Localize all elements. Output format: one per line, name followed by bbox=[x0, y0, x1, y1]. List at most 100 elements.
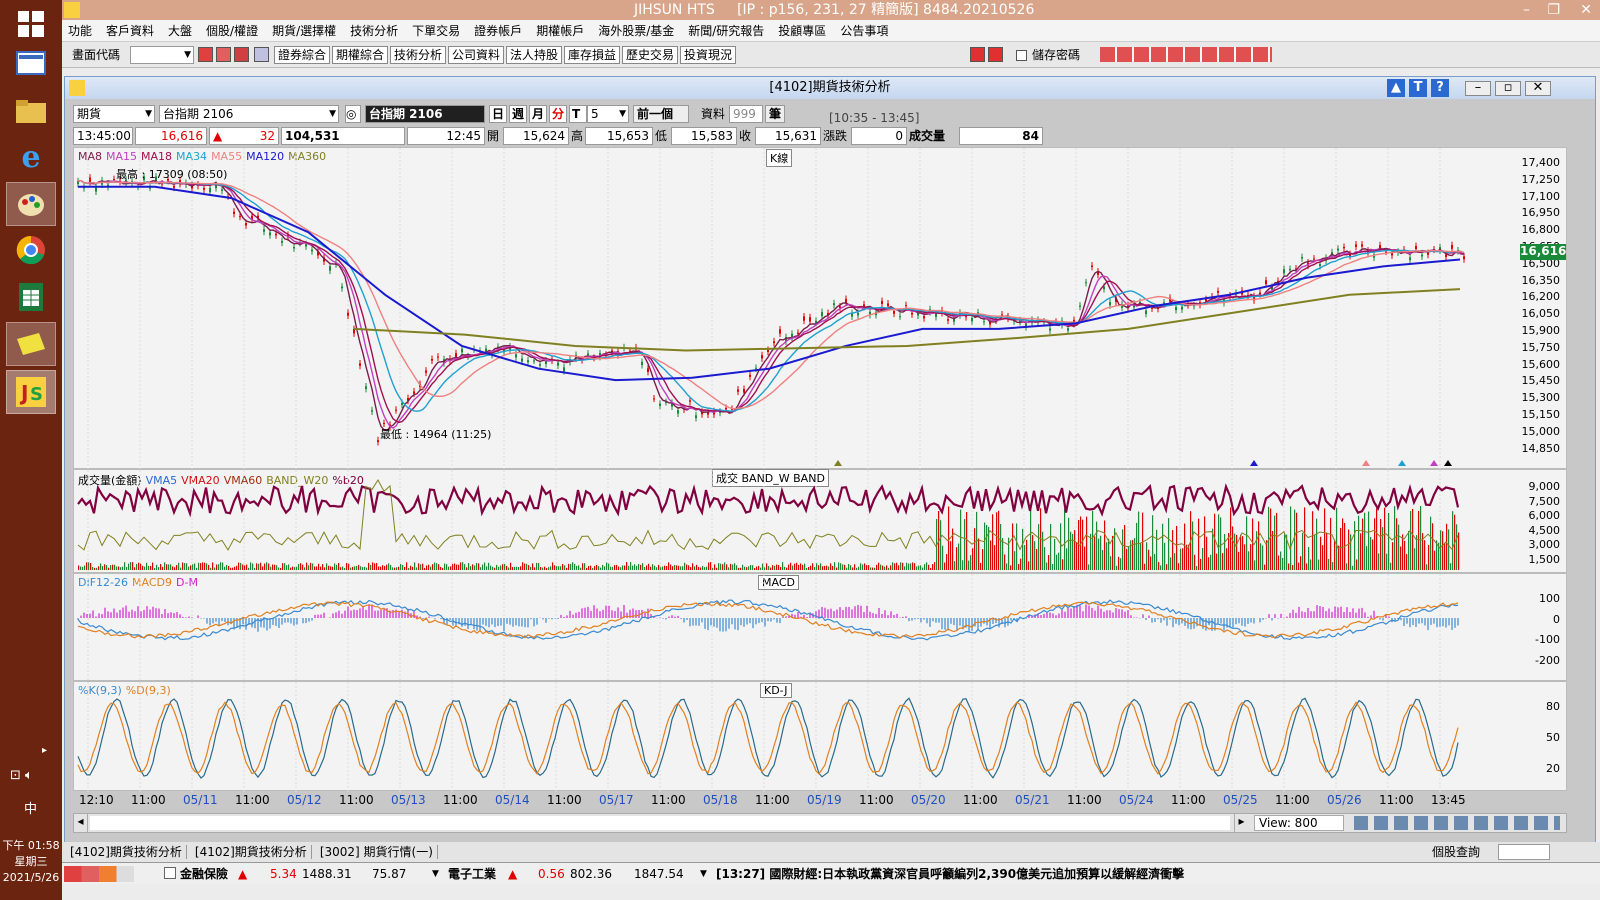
scroll-left-icon[interactable]: ◂ bbox=[74, 814, 88, 832]
notes-app-icon[interactable] bbox=[6, 322, 56, 366]
sector1-dropdown-icon[interactable]: ▼ bbox=[432, 865, 439, 883]
x-tick-6: 05/13 bbox=[391, 793, 426, 807]
windows-start-icon[interactable] bbox=[6, 2, 56, 46]
inner-restore-button[interactable]: ▫ bbox=[1495, 81, 1521, 96]
kd-panel[interactable]: %K(9,3) %D(9,3) KD-J 80 50 20 bbox=[73, 681, 1568, 792]
menu-item-3[interactable]: 個股/權證 bbox=[206, 22, 258, 39]
data-count-input[interactable]: 999 bbox=[729, 105, 763, 123]
macd-panel[interactable]: DIF12-26 MACD9 D-M MACD 100 0 -100 -200 bbox=[73, 573, 1568, 682]
period-button-2[interactable]: 月 bbox=[529, 105, 547, 123]
menu-item-12[interactable]: 公告事項 bbox=[840, 22, 888, 39]
folder-icon[interactable] bbox=[6, 90, 56, 134]
symbol-select[interactable]: 台指期 2106 ▼ bbox=[159, 105, 339, 123]
toolbar-button-7[interactable]: 投資現況 bbox=[680, 46, 737, 64]
text-tool-icon[interactable]: T bbox=[1409, 79, 1427, 97]
ie-browser-icon[interactable]: e bbox=[6, 135, 56, 179]
volume-bar bbox=[1030, 506, 1032, 570]
volume-bar bbox=[280, 567, 282, 570]
print-icon[interactable] bbox=[234, 47, 249, 62]
period-button-0[interactable]: 日 bbox=[489, 105, 507, 123]
view-count[interactable]: View: 800 bbox=[1254, 815, 1344, 831]
toolbar-button-0[interactable]: 證券綜合 bbox=[274, 46, 331, 64]
volume-bar bbox=[358, 564, 360, 570]
volume-bar bbox=[560, 566, 562, 570]
menu-item-5[interactable]: 技術分析 bbox=[350, 22, 398, 39]
paint-icon[interactable] bbox=[6, 182, 56, 226]
spreadsheet-icon[interactable] bbox=[6, 275, 56, 319]
toolbar-button-1[interactable]: 期權綜合 bbox=[332, 46, 389, 64]
toolbar-button-6[interactable]: 歷史交易 bbox=[622, 46, 679, 64]
desktop-window-icon[interactable] bbox=[6, 42, 56, 86]
volume-bar bbox=[100, 563, 102, 570]
minimize-button[interactable]: – bbox=[1523, 0, 1530, 20]
volume-bar bbox=[186, 563, 188, 570]
status-checkbox[interactable] bbox=[164, 867, 176, 879]
save-password-checkbox[interactable] bbox=[1016, 50, 1027, 61]
ma360-line bbox=[353, 288, 1461, 352]
interval-select[interactable]: 5 ▼ bbox=[587, 105, 629, 123]
candle-body bbox=[1079, 305, 1081, 307]
toolbar-button-4[interactable]: 法人持股 bbox=[506, 46, 563, 64]
taskbar-clock[interactable]: 下午 01:58 星期三 2021/5/26 bbox=[0, 838, 62, 886]
menu-item-1[interactable]: 客戶資料 bbox=[106, 22, 154, 39]
news-ticker[interactable]: [13:27] 國際財經:日本執政黨資深官員呼籲編列2,390億美元追加預算以緩… bbox=[716, 865, 1184, 883]
dropdown-icon[interactable] bbox=[254, 47, 269, 62]
restore-button[interactable]: ❐ bbox=[1547, 0, 1560, 20]
symbol-search-icon[interactable]: ◎ bbox=[345, 105, 361, 123]
volume-bar bbox=[1336, 507, 1338, 570]
macd-chart[interactable] bbox=[74, 574, 1568, 682]
menu-item-2[interactable]: 大盤 bbox=[168, 22, 192, 39]
up-arrow-icon[interactable]: ▲ bbox=[1387, 79, 1405, 97]
jihsun-hts-icon[interactable]: JS bbox=[6, 370, 56, 414]
tab-2[interactable]: [3002] 期貨行情(一) bbox=[319, 845, 438, 859]
menu-item-10[interactable]: 新聞/研究報告 bbox=[688, 22, 764, 39]
menu-item-6[interactable]: 下單交易 bbox=[412, 22, 460, 39]
screen-code-input[interactable]: ▼ bbox=[130, 46, 194, 64]
toolbar-button-3[interactable]: 公司資料 bbox=[448, 46, 505, 64]
ime-indicator[interactable]: 中 bbox=[24, 798, 37, 817]
volume-bar bbox=[90, 563, 92, 570]
network-volume-icons[interactable]: ⊡ 🔈︎ bbox=[10, 768, 33, 783]
volume-bar bbox=[1248, 551, 1250, 570]
volume-bar bbox=[1146, 542, 1148, 570]
volume-chart[interactable] bbox=[74, 470, 1568, 574]
chart-tool-icons[interactable] bbox=[1354, 816, 1560, 830]
menu-item-9[interactable]: 海外股票/基金 bbox=[598, 22, 674, 39]
calendar-icon[interactable] bbox=[216, 47, 231, 62]
flag-icon-2[interactable] bbox=[988, 47, 1003, 62]
menu-item-7[interactable]: 證券帳戶 bbox=[474, 22, 522, 39]
period-button-1[interactable]: 週 bbox=[509, 105, 527, 123]
inner-minimize-button[interactable]: – bbox=[1465, 81, 1491, 96]
search-icon[interactable] bbox=[198, 47, 213, 62]
period-button-3[interactable]: 分 bbox=[549, 105, 567, 123]
toolbar-button-5[interactable]: 庫存損益 bbox=[564, 46, 621, 64]
sector2-dropdown-icon[interactable]: ▼ bbox=[700, 865, 707, 883]
tab-0[interactable]: [4102]期貨技術分析 bbox=[70, 845, 187, 859]
expand-arrow-icon[interactable]: ▸ bbox=[42, 745, 47, 756]
stock-query-input[interactable] bbox=[1498, 844, 1550, 860]
period-button-4[interactable]: T bbox=[569, 105, 587, 123]
close-button[interactable]: ✕ bbox=[1580, 0, 1592, 20]
inner-close-button[interactable]: ✕ bbox=[1525, 81, 1551, 96]
volume-bar bbox=[430, 566, 432, 570]
menu-item-11[interactable]: 投顧專區 bbox=[778, 22, 826, 39]
menu-item-0[interactable]: 功能 bbox=[68, 22, 92, 39]
kline-chart[interactable] bbox=[74, 148, 1568, 470]
tab-1[interactable]: [4102]期貨技術分析 bbox=[194, 845, 312, 859]
color-tab-icons[interactable] bbox=[64, 866, 134, 882]
kd-chart[interactable] bbox=[74, 682, 1568, 792]
menu-item-4[interactable]: 期貨/選擇權 bbox=[272, 22, 336, 39]
quick-tool-icons[interactable] bbox=[1100, 47, 1272, 62]
kline-panel[interactable]: MA8MA15MA18MA34MA55MA120MA360 K線 最高 : 17… bbox=[73, 147, 1568, 470]
chrome-icon[interactable] bbox=[6, 228, 56, 272]
toolbar-button-2[interactable]: 技術分析 bbox=[390, 46, 447, 64]
menu-item-8[interactable]: 期權帳戶 bbox=[536, 22, 584, 39]
volume-panel[interactable]: 成交量(金額) VMA5 VMA20 VMA60 BAND_W20 %b20 成交 BAN… bbox=[73, 469, 1568, 574]
candle-body bbox=[773, 341, 775, 344]
help-icon[interactable]: ? bbox=[1431, 79, 1449, 97]
prev-button[interactable]: 前一個 bbox=[633, 105, 689, 123]
type-select[interactable]: 期貨 ▼ bbox=[73, 105, 155, 123]
horizontal-scrollbar[interactable] bbox=[90, 816, 1230, 830]
scroll-right-icon[interactable]: ▸ bbox=[1234, 814, 1248, 832]
flag-icon-1[interactable] bbox=[970, 47, 985, 62]
